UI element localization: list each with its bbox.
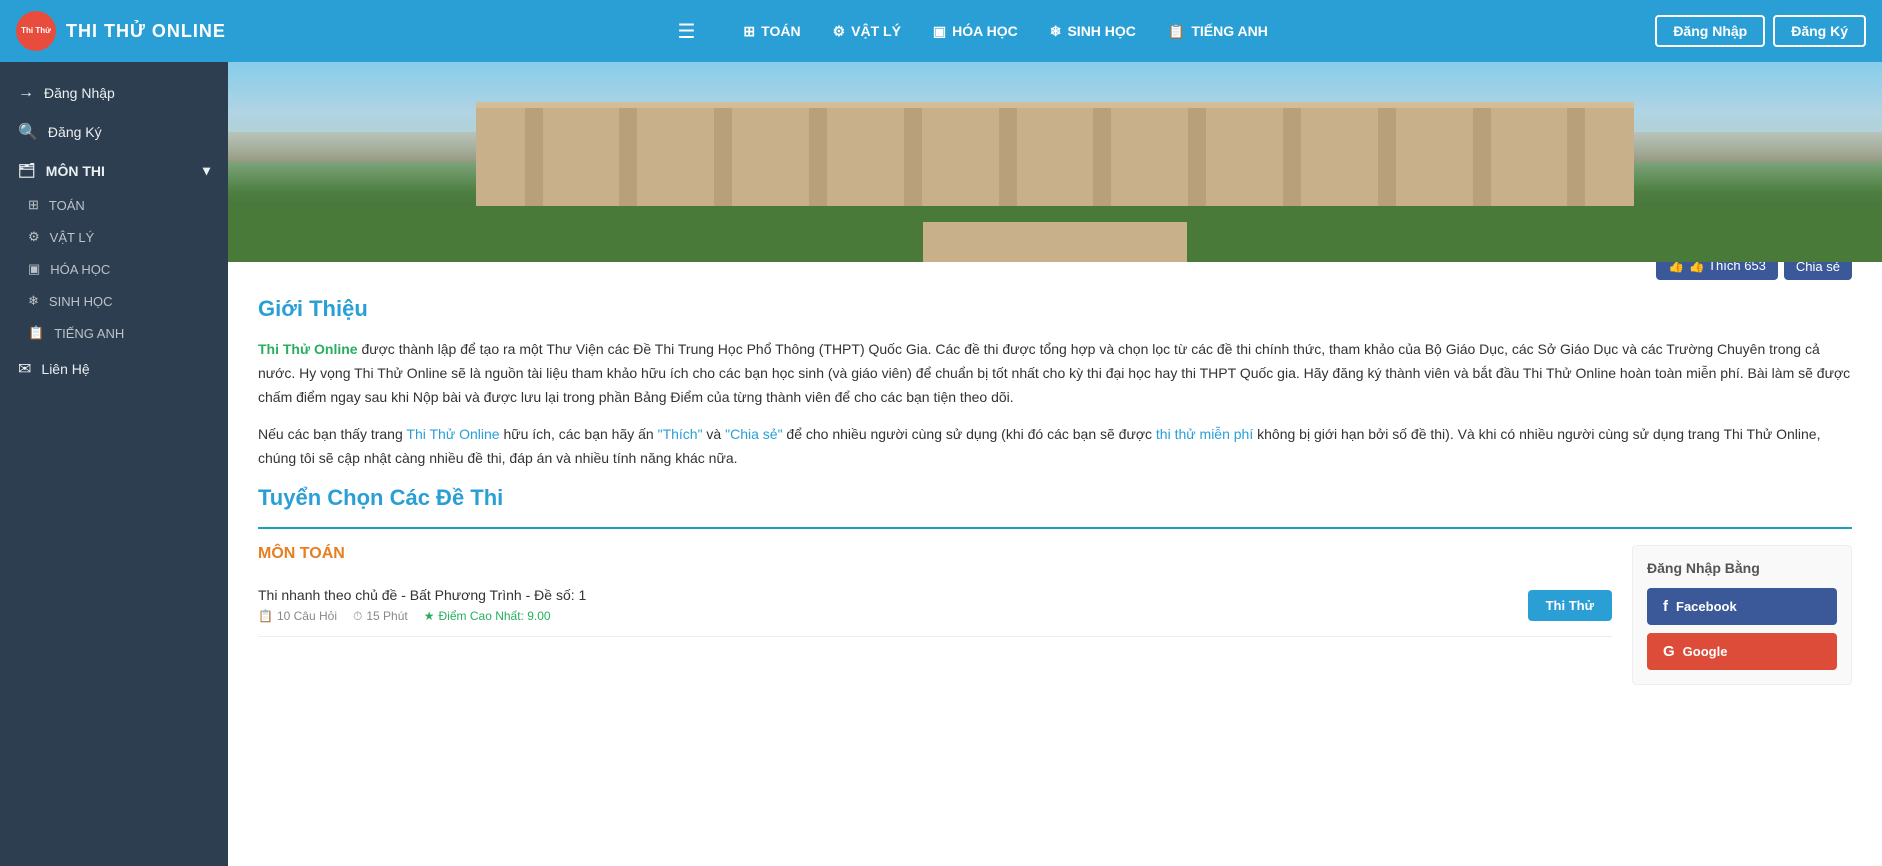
brand-title: THI THỬ ONLINE [66,21,226,42]
sidebar-item-dangky[interactable]: 🔍 Đăng Ký [0,112,228,152]
mail-icon: ✉ [18,359,31,379]
sidebar-subitem-hoahoc[interactable]: ▣ HÓA HỌC [0,253,228,285]
page-wrapper: → Đăng Nhập 🔍 Đăng Ký 🗂 MÔN THI ▾ ⊞ TOÁN… [0,62,1882,866]
sidebar-subitem-sinhhoc[interactable]: ❄ SINH HỌC [0,285,228,317]
main-content: 👍 👍 Thích 653 Chia sẻ Giới Thiệu Thi Thử… [228,62,1882,866]
site-name-2: Thi Thử Online [406,426,499,442]
gear-icon: ⚙ [833,23,846,40]
exam-item-title: Thi nhanh theo chủ đề - Bất Phương Trình… [258,587,586,603]
thi-thu-button[interactable]: Thi Thử [1528,590,1612,621]
sidebar-subitem-tienganh[interactable]: 📋 TIẾNG ANH [0,317,228,349]
section-divider [258,527,1852,529]
list-icon: 📋 [258,609,273,623]
clipboard-small-icon: 📋 [28,325,44,341]
nav-item-sinhhoc[interactable]: ❄ SINH HỌC [1050,23,1136,40]
nav-item-hoahoc[interactable]: ▣ HÓA HỌC [933,23,1018,40]
exam-time: ⏱ 15 Phút [353,609,408,624]
login-box-title: Đăng Nhập Bằng [1647,560,1837,576]
exam-meta: 📋 10 Câu Hỏi ⏱ 15 Phút ★ Điểm Cao Nhất: … [258,609,586,624]
gear-small-icon: ⚙ [28,229,40,245]
tuyen-chon-title: Tuyển Chọn Các Đề Thi [258,485,1852,511]
exam-item-info: Thi nhanh theo chủ đề - Bất Phương Trình… [258,587,586,624]
nav-item-vatly[interactable]: ⚙ VẬT LÝ [833,23,901,40]
login-button[interactable]: Đăng Nhập [1655,15,1765,47]
nav-item-toan[interactable]: ⊞ TOÁN [743,23,800,40]
arrow-right-icon: → [18,84,34,102]
grid-small-icon: ⊞ [28,197,39,213]
sidebar-subitem-vatly[interactable]: ⚙ VẬT LÝ [0,221,228,253]
exam-questions: 📋 10 Câu Hỏi [258,609,337,624]
clipboard-icon: 📋 [1168,23,1185,40]
exam-score: ★ Điểm Cao Nhất: 9.00 [424,609,551,624]
intro-title: Giới Thiệu [258,296,1852,322]
snowflake-icon: ❄ [1050,23,1062,40]
exam-item: Thi nhanh theo chủ đề - Bất Phương Trình… [258,575,1612,637]
clock-icon: ⏱ [353,609,362,624]
folder-icon: 🗂 [18,162,36,179]
google-icon: G [1663,643,1675,660]
mon-toan-label: MÔN TOÁN [258,545,1612,563]
sidebar-subitem-toan[interactable]: ⊞ TOÁN [0,189,228,221]
sidebar-section-monthi[interactable]: 🗂 MÔN THI ▾ [0,152,228,189]
google-login-button[interactable]: G Google [1647,633,1837,670]
facebook-login-button[interactable]: f Facebook [1647,588,1837,625]
intro-para2: Nếu các bạn thấy trang Thi Thử Online hữ… [258,423,1852,471]
top-nav-right: Đăng Nhập Đăng Ký [1655,15,1866,47]
grid-icon: ⊞ [743,23,755,40]
square-small-icon: ▣ [28,261,40,277]
right-panel: Đăng Nhập Bằng f Facebook G Google [1632,545,1852,685]
hamburger-icon[interactable]: ☰ [677,19,695,44]
intro-para1: Thi Thử Online được thành lập để tạo ra … [258,338,1852,409]
sidebar: → Đăng Nhập 🔍 Đăng Ký 🗂 MÔN THI ▾ ⊞ TOÁN… [0,62,228,866]
nav-item-tienganh[interactable]: 📋 TIẾNG ANH [1168,23,1268,40]
share-quote: "Chia sẻ" [725,426,782,442]
tuyen-chon-layout: MÔN TOÁN Thi nhanh theo chủ đề - Bất Phư… [258,545,1852,685]
site-name-highlight: Thi Thử Online [258,341,358,357]
brand: Thi Thử THI THỬ ONLINE [16,11,290,51]
star-icon: ★ [424,609,435,623]
square-icon: ▣ [933,23,946,40]
register-button[interactable]: Đăng Ký [1773,15,1866,47]
like-quote: "Thích" [658,426,703,442]
sidebar-item-lienhe[interactable]: ✉ Liên Hệ [0,349,228,389]
sidebar-item-dangnhap[interactable]: → Đăng Nhập [0,74,228,112]
search-icon: 🔍 [18,122,38,142]
login-box: Đăng Nhập Bằng f Facebook G Google [1632,545,1852,685]
banner [228,62,1882,262]
free-trial-link[interactable]: thi thử miễn phí [1156,426,1253,442]
banner-image [228,62,1882,262]
brand-logo: Thi Thử [16,11,56,51]
facebook-icon: f [1663,598,1668,615]
top-nav-center: ☰ ⊞ TOÁN ⚙ VẬT LÝ ▣ HÓA HỌC ❄ SINH HỌC 📋… [290,19,1655,44]
chevron-down-icon: ▾ [203,162,210,179]
snowflake-small-icon: ❄ [28,293,39,309]
exam-list: MÔN TOÁN Thi nhanh theo chủ đề - Bất Phư… [258,545,1612,685]
content-area: 👍 👍 Thích 653 Chia sẻ Giới Thiệu Thi Thử… [228,262,1882,705]
top-nav: Thi Thử THI THỬ ONLINE ☰ ⊞ TOÁN ⚙ VẬT LÝ… [0,0,1882,62]
